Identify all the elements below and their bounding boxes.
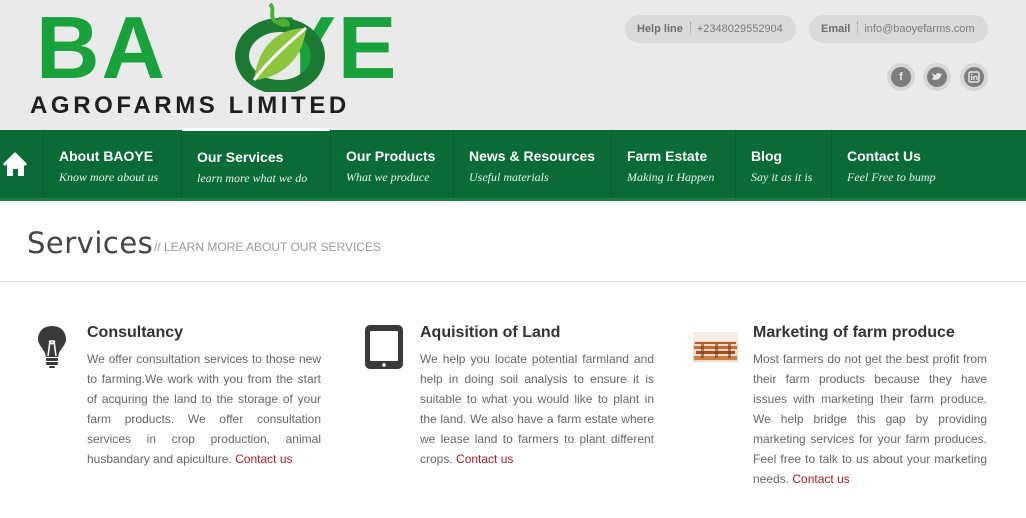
- email-pill: Email info@baoyefarms.com: [809, 15, 988, 43]
- helpline-label: Help line: [637, 23, 683, 35]
- service-description: We help you locate potential farmland an…: [420, 352, 654, 466]
- nav-about-subtitle: Know more about us: [59, 170, 159, 184]
- home-icon: [2, 152, 28, 176]
- baoye-logo[interactable]: BA YE AGROFARMS LIMITED: [28, 0, 478, 122]
- service-description: We offer consultation services to those …: [87, 352, 321, 466]
- farm-produce-image: [693, 332, 738, 362]
- main-nav: About BAOYE Know more about us Our Servi…: [0, 128, 1026, 201]
- lightbulb-icon: [38, 326, 66, 368]
- nav-products[interactable]: Our Products What we produce: [331, 130, 454, 198]
- nav-contact-subtitle: Feel Free to bump: [847, 170, 936, 184]
- nav-blog-title: Blog: [751, 148, 783, 164]
- nav-about[interactable]: About BAOYE Know more about us: [44, 130, 182, 198]
- site-header: BA YE AGROFARMS LIMITED Help line +2348029…: [0, 0, 1026, 130]
- nav-about-title: About BAOYE: [59, 148, 154, 164]
- page-title: Services: [27, 226, 154, 260]
- email-label: Email: [821, 23, 851, 35]
- nav-services-title: Our Services: [197, 149, 284, 165]
- helpline-pill: Help line +2348029552904: [625, 15, 796, 43]
- facebook-button[interactable]: f: [887, 63, 915, 91]
- nav-blog-subtitle: Say it as it is: [751, 170, 813, 184]
- twitter-icon: [927, 67, 947, 87]
- nav-farm-estate-subtitle: Making it Happen: [627, 170, 715, 184]
- nav-products-title: Our Products: [346, 148, 436, 164]
- linkedin-icon: [964, 67, 984, 87]
- nav-farm-estate[interactable]: Farm Estate Making it Happen: [612, 130, 736, 198]
- logo-wordmark: BA YE: [36, 0, 399, 97]
- nav-services-subtitle: learn more what we do: [197, 171, 308, 185]
- logo-tagline: AGROFARMS LIMITED: [30, 92, 350, 119]
- twitter-button[interactable]: [923, 63, 951, 91]
- nav-news[interactable]: News & Resources Useful materials: [454, 130, 612, 198]
- nav-farm-estate-title: Farm Estate: [627, 148, 708, 164]
- helpline-number[interactable]: +2348029552904: [697, 23, 783, 35]
- nav-news-title: News & Resources: [469, 148, 596, 164]
- contact-us-link[interactable]: Contact us: [792, 472, 849, 486]
- page-title-bar: Services // LEARN MORE ABOUT OUR SERVICE…: [0, 203, 1026, 282]
- contact-us-link[interactable]: Contact us: [235, 452, 292, 466]
- nav-products-subtitle: What we produce: [346, 170, 430, 184]
- facebook-icon: f: [891, 67, 911, 87]
- logo-leaf-o-icon: [235, 2, 325, 92]
- nav-news-subtitle: Useful materials: [469, 170, 549, 184]
- contact-us-link[interactable]: Contact us: [456, 452, 513, 466]
- linkedin-button[interactable]: [960, 63, 988, 91]
- page-subtitle: // LEARN MORE ABOUT OUR SERVICES: [154, 240, 381, 254]
- service-description: Most farmers do not get the best profit …: [753, 352, 987, 486]
- nav-contact-title: Contact Us: [847, 148, 921, 164]
- nav-home[interactable]: [0, 130, 44, 198]
- service-title: Marketing of farm produce: [753, 324, 955, 341]
- tablet-icon: [365, 325, 403, 369]
- nav-services[interactable]: Our Services learn more what we do: [182, 128, 331, 196]
- nav-contact[interactable]: Contact Us Feel Free to bump: [832, 130, 957, 198]
- email-address[interactable]: info@baoyefarms.com: [864, 23, 974, 35]
- service-title: Aquisition of Land: [420, 324, 561, 341]
- service-title: Consultancy: [87, 324, 184, 341]
- nav-blog[interactable]: Blog Say it as it is: [736, 130, 832, 198]
